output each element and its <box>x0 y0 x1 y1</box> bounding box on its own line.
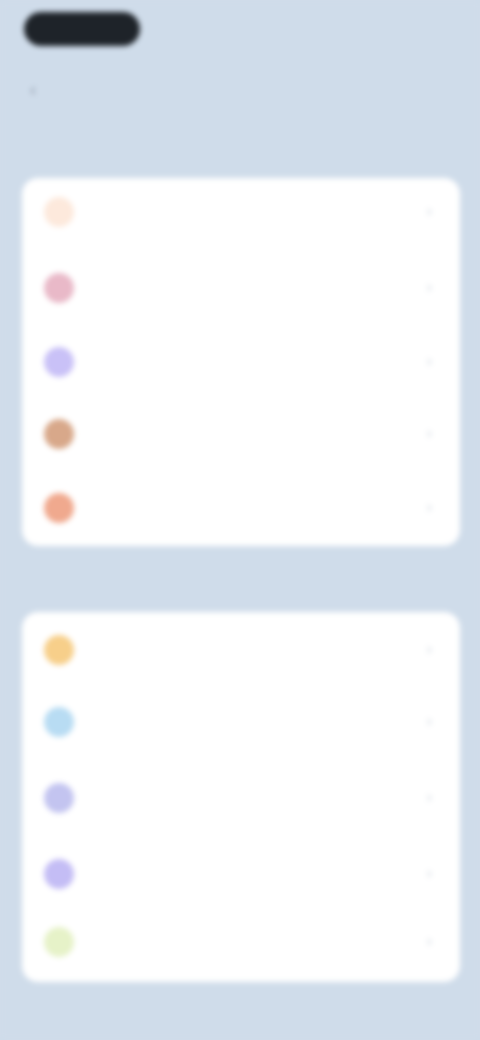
fire-icon <box>44 493 74 523</box>
list-item[interactable]: › <box>22 258 460 318</box>
chevron-right-icon: › <box>426 713 432 730</box>
gift-icon <box>44 419 74 449</box>
list-item[interactable]: › <box>22 620 460 680</box>
chevron-right-icon: › <box>426 425 432 442</box>
chevron-right-icon: › <box>426 353 432 370</box>
heart-icon <box>44 273 74 303</box>
settings-screen: ‹ › › › › › › › › › › <box>0 0 480 1040</box>
section-card-1: › › › › › <box>22 178 460 546</box>
drop-icon <box>44 707 74 737</box>
chevron-right-icon: › <box>426 279 432 296</box>
chevron-right-icon: › <box>426 933 432 950</box>
list-item[interactable]: › <box>22 332 460 392</box>
list-item[interactable]: › <box>22 404 460 464</box>
top-pill-button[interactable] <box>24 12 140 46</box>
list-item[interactable]: › <box>22 844 460 904</box>
list-item[interactable]: › <box>22 692 460 752</box>
star-icon <box>44 635 74 665</box>
list-item[interactable]: › <box>22 182 460 242</box>
list-item[interactable]: › <box>22 912 460 972</box>
list-item[interactable]: › <box>22 768 460 828</box>
chevron-right-icon: › <box>426 865 432 882</box>
back-icon[interactable]: ‹ <box>30 80 36 101</box>
crown-icon <box>44 347 74 377</box>
flame-icon <box>44 197 74 227</box>
leaf-icon <box>44 927 74 957</box>
chevron-right-icon: › <box>426 203 432 220</box>
chevron-right-icon: › <box>426 789 432 806</box>
section-card-2: › › › › › <box>22 612 460 982</box>
shield-icon <box>44 783 74 813</box>
list-item[interactable]: › <box>22 478 460 538</box>
chat-icon <box>44 859 74 889</box>
chevron-right-icon: › <box>426 499 432 516</box>
chevron-right-icon: › <box>426 641 432 658</box>
